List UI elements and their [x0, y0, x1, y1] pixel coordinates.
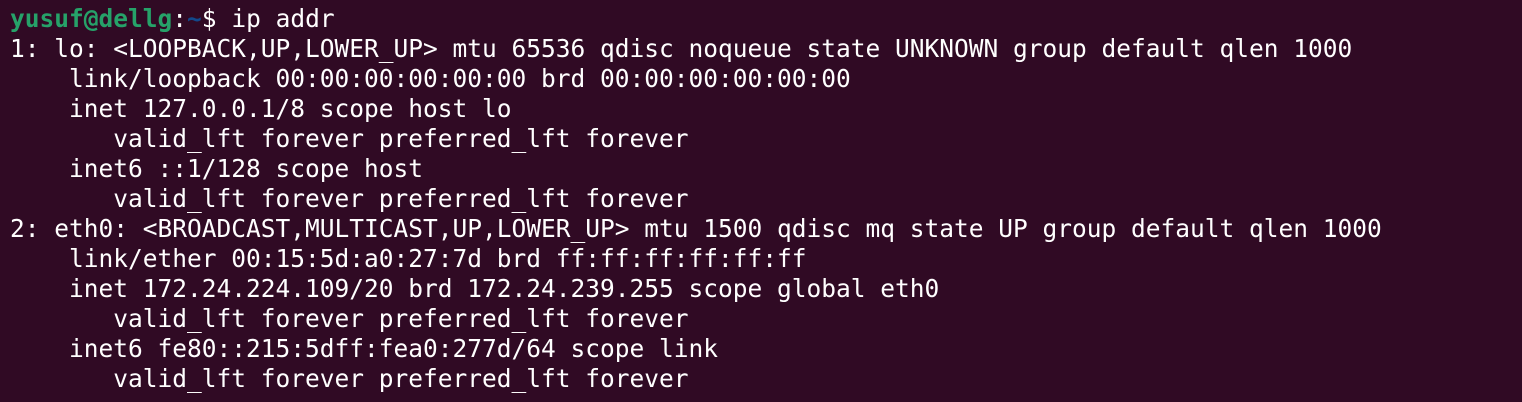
- output-line: 1: lo: <LOOPBACK,UP,LOWER_UP> mtu 65536 …: [10, 34, 1353, 63]
- prompt-symbol: $: [201, 4, 232, 33]
- output-line: valid_lft forever preferred_lft forever: [10, 304, 689, 333]
- command-text: ip addr: [231, 4, 335, 33]
- output-line: inet6 ::1/128 scope host: [10, 154, 424, 183]
- output-line: valid_lft forever preferred_lft forever: [10, 364, 689, 393]
- output-line: valid_lft forever preferred_lft forever: [10, 184, 689, 213]
- output-line: inet 172.24.224.109/20 brd 172.24.239.25…: [10, 274, 940, 303]
- output-line: link/loopback 00:00:00:00:00:00 brd 00:0…: [10, 64, 851, 93]
- output-line: valid_lft forever preferred_lft forever: [10, 124, 689, 153]
- prompt-path: ~: [187, 4, 202, 33]
- prompt-user-host: yusuf@dellg: [10, 4, 173, 33]
- output-line: inet6 fe80::215:5dff:fea0:277d/64 scope …: [10, 334, 719, 363]
- output-line: link/ether 00:15:5d:a0:27:7d brd ff:ff:f…: [10, 244, 807, 273]
- prompt-line: yusuf@dellg:~$ ip addr: [10, 4, 335, 34]
- prompt-separator: :: [172, 4, 188, 33]
- terminal-window[interactable]: yusuf@dellg:~$ ip addr 1: lo: <LOOPBACK,…: [0, 0, 1522, 402]
- output-line: 2: eth0: <BROADCAST,MULTICAST,UP,LOWER_U…: [10, 214, 1382, 243]
- output-line: inet 127.0.0.1/8 scope host lo: [10, 94, 512, 123]
